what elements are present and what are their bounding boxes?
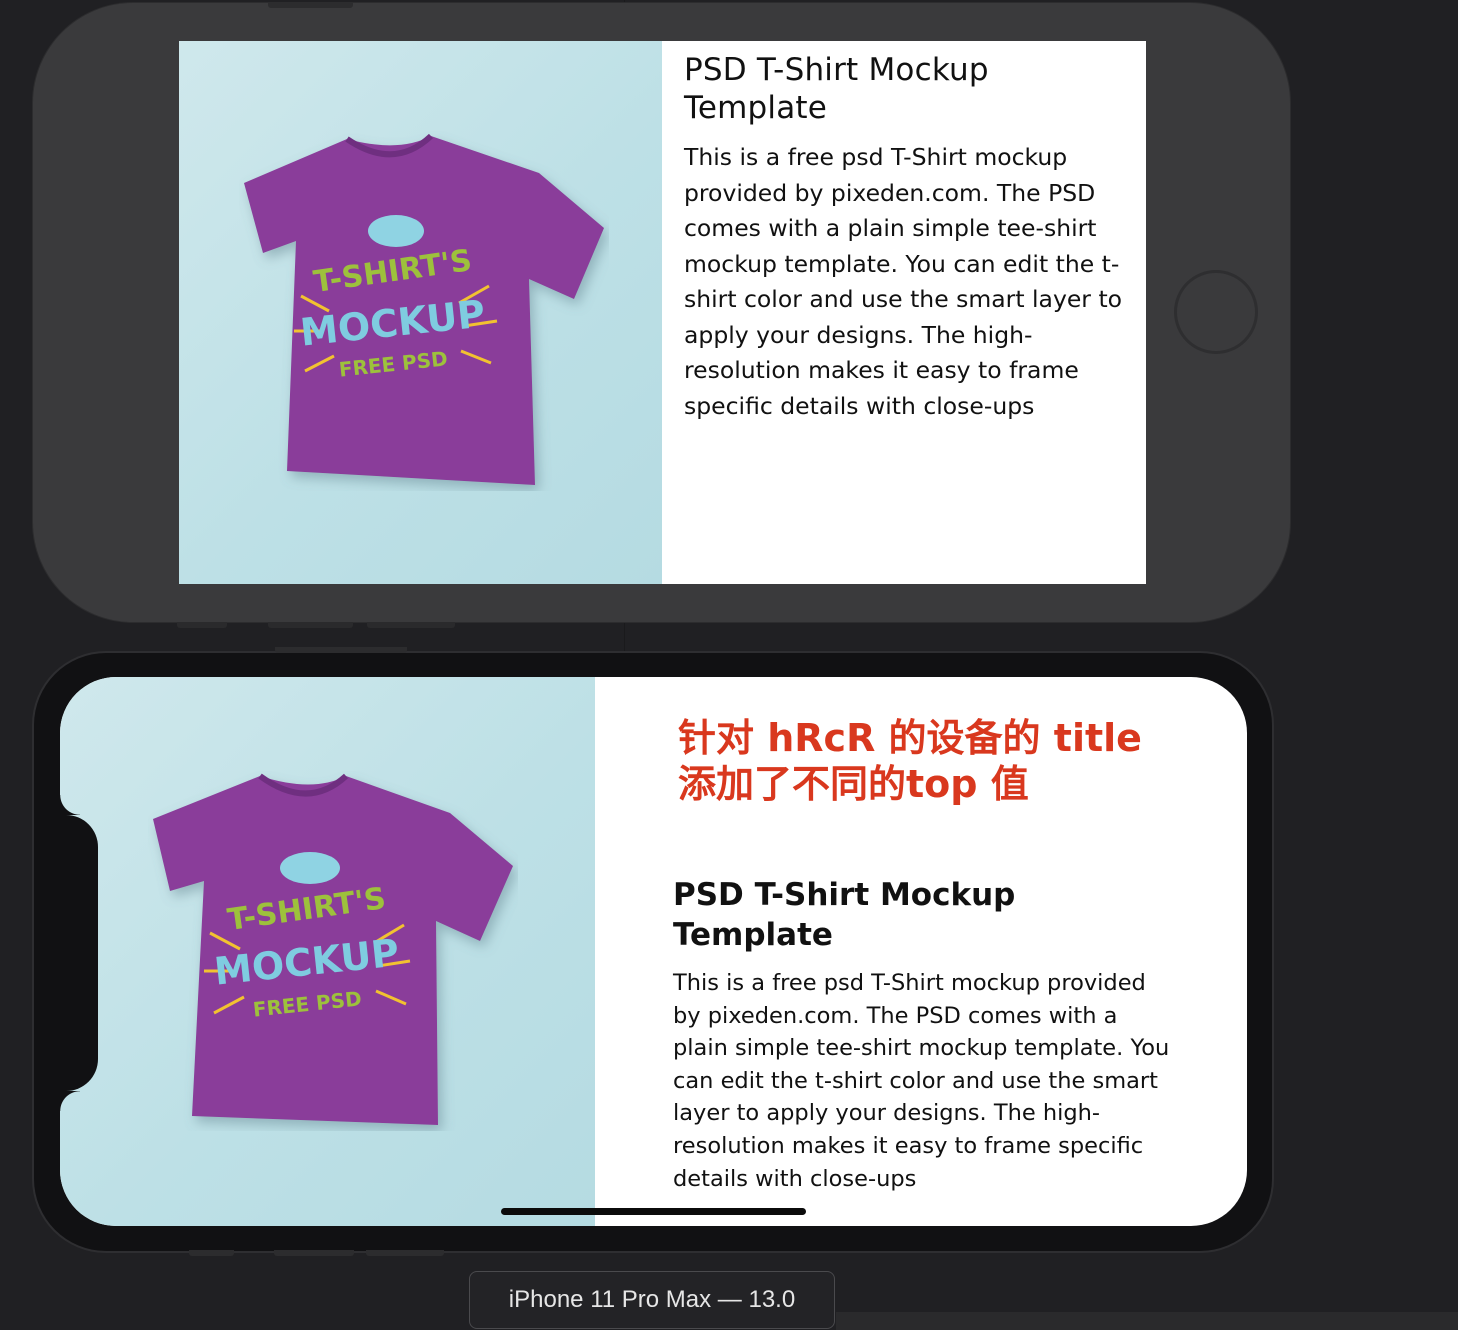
card-text: PSD T-Shirt Mockup Template This is a fr… — [684, 51, 1134, 424]
device-label[interactable]: iPhone 11 Pro Max — 13.0 — [469, 1271, 835, 1329]
iphone-11-pro-max-screen: T-SHIRT'S MOCKUP FREE PSD 针对 hRcR 的设备的 t… — [60, 677, 1247, 1226]
tshirt-image: T-SHIRT'S MOCKUP FREE PSD — [179, 41, 662, 584]
card-text: PSD T-Shirt Mockup Template This is a fr… — [673, 875, 1173, 1195]
sensor-notch — [60, 795, 98, 1111]
tshirt-mockup-graphic: T-SHIRT'S MOCKUP FREE PSD — [153, 773, 513, 1125]
card-description: This is a free psd T-Shirt mockup provid… — [684, 143, 1123, 420]
side-button — [189, 1250, 234, 1256]
tshirt-mockup-graphic: T-SHIRT'S MOCKUP FREE PSD — [244, 133, 604, 485]
annotation-line1: 针对 hRcR 的设备的 title — [678, 716, 1142, 760]
side-button — [177, 622, 227, 628]
canvas-bottom-bar — [836, 1312, 1458, 1330]
home-indicator[interactable] — [501, 1208, 806, 1215]
card-description: This is a free psd T-Shirt mockup provid… — [673, 970, 1170, 1192]
side-button — [366, 1250, 444, 1256]
home-button[interactable] — [1174, 270, 1258, 354]
side-button — [367, 622, 455, 628]
top-button — [275, 647, 407, 653]
iphone-8-screen: T-SHIRT'S MOCKUP FREE PSD PSD T-Shirt Mo… — [179, 41, 1146, 584]
tshirt-image: T-SHIRT'S MOCKUP FREE PSD — [60, 677, 595, 1226]
side-button — [274, 1250, 354, 1256]
card-title: PSD T-Shirt Mockup Template — [673, 877, 1016, 953]
volume-button — [268, 3, 353, 8]
annotation-note: 针对 hRcR 的设备的 title 添加了不同的top 值 — [678, 715, 1198, 807]
card-title: PSD T-Shirt Mockup Template — [684, 52, 989, 126]
annotation-line2: 添加了不同的top 值 — [678, 762, 1029, 806]
side-button — [268, 622, 353, 628]
